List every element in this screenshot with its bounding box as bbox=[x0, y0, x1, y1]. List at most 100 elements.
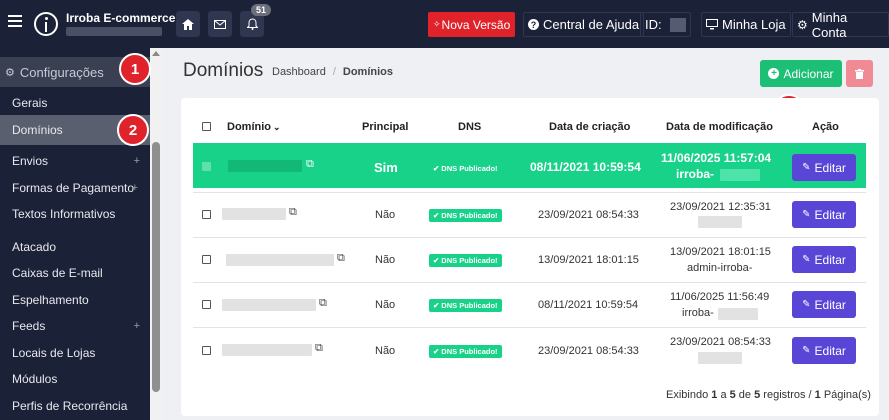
dns-status-badge: ✔ DNS Publicado! bbox=[429, 254, 502, 267]
central-ajuda-link[interactable]: ? Central de Ajuda bbox=[523, 12, 645, 37]
pencil-icon: ✎ bbox=[802, 162, 811, 173]
sidebar-item-label: Envios bbox=[12, 154, 49, 168]
row-checkbox[interactable] bbox=[202, 162, 211, 171]
sidebar-item-espelhamento[interactable]: Espelhamento bbox=[0, 290, 150, 310]
minha-loja-link[interactable]: Minha Loja bbox=[701, 12, 791, 37]
add-button[interactable]: + Adicionar bbox=[760, 60, 842, 87]
principal-value: Não bbox=[375, 209, 396, 221]
row-checkbox[interactable] bbox=[202, 210, 211, 219]
sparkle-icon: ✧ bbox=[433, 19, 441, 29]
dns-status-label: DNS Publicado! bbox=[441, 164, 498, 173]
add-label: Adicionar bbox=[783, 66, 834, 81]
domain-url-redacted[interactable] bbox=[226, 254, 334, 266]
principal-value: Sim bbox=[374, 160, 398, 175]
gear-icon: ⚙ bbox=[797, 17, 808, 32]
minha-conta-label: Minha Conta bbox=[811, 9, 848, 40]
breadcrumb: Dashboard / Domínios bbox=[272, 66, 394, 78]
domain-url-redacted[interactable] bbox=[228, 160, 302, 172]
dns-status-label: DNS Publicado! bbox=[441, 211, 498, 220]
domain-url-redacted[interactable] bbox=[222, 344, 312, 356]
scroll-up-arrow-icon[interactable] bbox=[152, 51, 160, 56]
select-all-checkbox[interactable] bbox=[202, 122, 211, 131]
sidebar-item-formas-pagamento[interactable]: Formas de Pagamento + bbox=[0, 178, 150, 198]
expand-plus-icon[interactable]: + bbox=[134, 155, 140, 167]
mail-button[interactable] bbox=[208, 11, 232, 37]
external-link-icon[interactable]: ⧉ bbox=[306, 158, 314, 171]
modified-date: 23/09/2021 12:35:31 bbox=[670, 201, 771, 213]
id-label: ID: bbox=[645, 17, 662, 32]
expand-plus-icon[interactable]: + bbox=[132, 182, 138, 194]
sidebar-item-envios[interactable]: Envios + bbox=[0, 151, 150, 171]
modified-by-redacted bbox=[698, 352, 742, 364]
dns-status-badge: ✔ DNS Publicado! bbox=[429, 345, 502, 358]
modified-date: 23/09/2021 08:54:33 bbox=[670, 336, 771, 348]
check-circle-icon: ✔ bbox=[433, 164, 440, 173]
sidebar-item-textos-informativos[interactable]: Textos Informativos bbox=[0, 204, 150, 224]
sidebar-scroll-thumb[interactable] bbox=[152, 142, 160, 392]
sidebar-item-label: Textos Informativos bbox=[12, 207, 116, 221]
check-circle-icon: ✔ bbox=[433, 256, 440, 265]
created-date: 08/11/2021 10:59:54 bbox=[538, 299, 639, 311]
expand-plus-icon[interactable]: + bbox=[134, 320, 140, 332]
external-link-icon[interactable]: ⧉ bbox=[289, 206, 297, 219]
external-link-icon[interactable]: ⧉ bbox=[319, 297, 327, 310]
sidebar-item-feeds[interactable]: Feeds + bbox=[0, 316, 150, 336]
column-header-principal: Principal bbox=[362, 121, 409, 133]
monitor-icon bbox=[706, 19, 718, 30]
menu-icon[interactable] bbox=[8, 15, 22, 29]
sidebar-item-label: Atacado bbox=[12, 240, 57, 254]
pencil-icon: ✎ bbox=[802, 345, 811, 356]
domain-url-redacted[interactable] bbox=[222, 208, 286, 220]
nova-versao-button[interactable]: ✧ Nova Versão bbox=[428, 12, 516, 37]
edit-button[interactable]: ✎ Editar bbox=[792, 337, 856, 364]
sidebar-item-perfis-recorrencia[interactable]: Perfis de Recorrência bbox=[0, 396, 150, 416]
row-checkbox[interactable] bbox=[202, 255, 211, 264]
sidebar-item-label: Perfis de Recorrência bbox=[12, 399, 128, 413]
modified-by: admin-irroba- bbox=[687, 262, 753, 274]
sidebar-item-locais-lojas[interactable]: Locais de Lojas bbox=[0, 343, 150, 363]
edit-button[interactable]: ✎ Editar bbox=[792, 291, 856, 318]
edit-button[interactable]: ✎ Editar bbox=[792, 201, 856, 228]
principal-value: Não bbox=[375, 345, 396, 357]
trash-icon bbox=[855, 68, 864, 79]
modified-by-redacted bbox=[718, 308, 758, 320]
sidebar-item-label: Caixas de E-mail bbox=[12, 266, 103, 280]
sidebar-item-label: Espelhamento bbox=[12, 293, 89, 307]
dns-status-badge: ✔ DNS Publicado! bbox=[429, 209, 502, 222]
store-id: ID: bbox=[640, 12, 691, 37]
created-date: 23/09/2021 08:54:33 bbox=[538, 209, 639, 221]
home-button[interactable] bbox=[176, 11, 200, 37]
modified-date: 13/09/2021 18:01:15 bbox=[670, 246, 771, 258]
sidebar-item-atacado[interactable]: Atacado bbox=[0, 237, 150, 257]
sidebar-item-caixas-email[interactable]: Caixas de E-mail bbox=[0, 263, 150, 283]
sidebar-item-label: Módulos bbox=[12, 372, 58, 386]
created-date: 08/11/2021 10:59:54 bbox=[530, 160, 641, 174]
modified-date: 11/06/2025 11:56:49 bbox=[670, 291, 770, 303]
nova-versao-label: Nova Versão bbox=[441, 17, 511, 32]
dns-status-label: DNS Publicado! bbox=[441, 301, 498, 310]
footer-text: a bbox=[717, 389, 730, 401]
column-header-dominio[interactable]: Domínio ⌄ bbox=[227, 121, 281, 133]
edit-label: Editar bbox=[814, 160, 846, 175]
delete-button[interactable] bbox=[846, 60, 873, 87]
row-checkbox[interactable] bbox=[202, 300, 211, 309]
edit-button[interactable]: ✎ Editar bbox=[792, 246, 856, 273]
modified-by: irroba- bbox=[676, 167, 715, 181]
page-title: Domínios bbox=[183, 60, 264, 81]
edit-button[interactable]: ✎ Editar bbox=[792, 154, 856, 181]
external-link-icon[interactable]: ⧉ bbox=[337, 252, 345, 265]
external-link-icon[interactable]: ⧉ bbox=[315, 342, 323, 355]
breadcrumb-dominios: Domínios bbox=[342, 66, 394, 78]
minha-conta-link[interactable]: ⚙ Minha Conta bbox=[792, 9, 889, 40]
row-checkbox[interactable] bbox=[202, 346, 211, 355]
domain-url-redacted[interactable] bbox=[222, 299, 316, 311]
sidebar-item-gerais[interactable]: Gerais bbox=[0, 93, 150, 113]
sidebar-item-modulos[interactable]: Módulos bbox=[0, 369, 150, 389]
notifications-count-badge: 51 bbox=[251, 4, 272, 16]
id-value-redacted bbox=[669, 17, 686, 32]
dns-status-badge: ✔ DNS Publicado! bbox=[429, 299, 502, 312]
breadcrumb-dashboard[interactable]: Dashboard bbox=[272, 66, 326, 78]
edit-label: Editar bbox=[814, 343, 846, 358]
top-bar: Irroba E-commerce 51 ✧ Nova Versão ? Cen… bbox=[0, 0, 889, 48]
sidebar-item-label: Gerais bbox=[12, 96, 48, 110]
